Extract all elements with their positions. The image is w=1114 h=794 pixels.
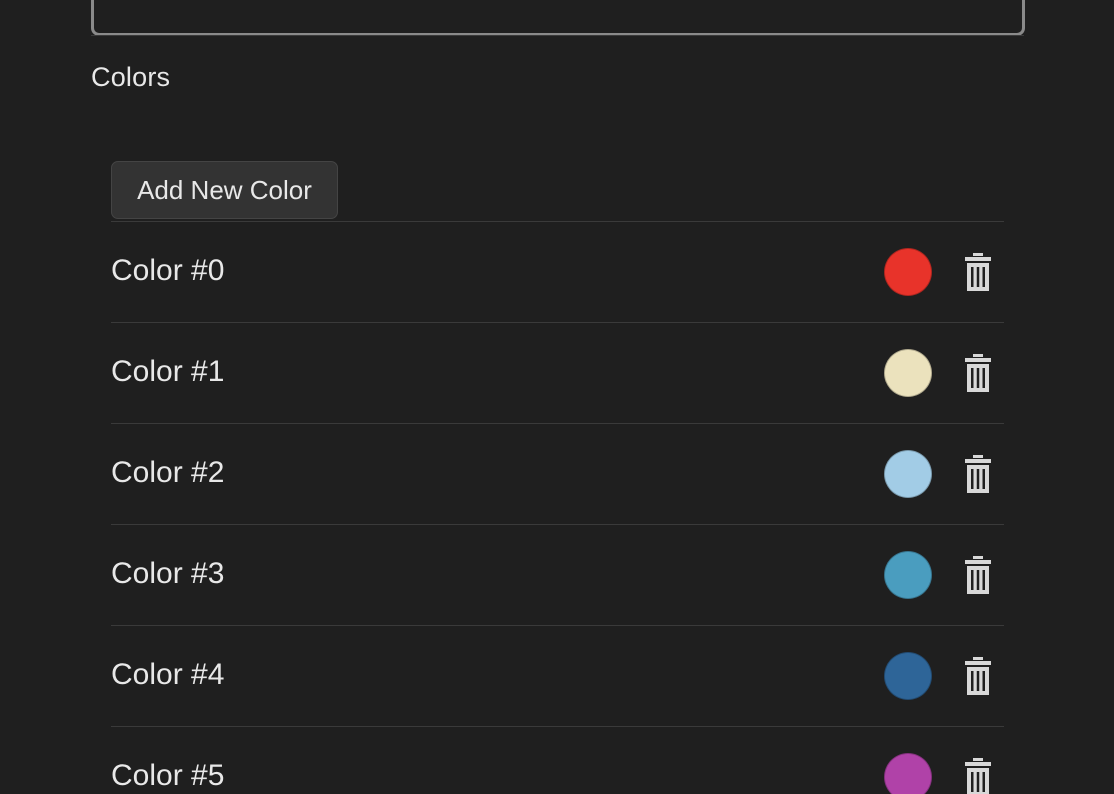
trash-icon[interactable] — [964, 556, 992, 594]
color-swatch[interactable] — [884, 248, 932, 296]
color-row: Color #4 — [111, 625, 1004, 726]
color-swatch[interactable] — [884, 652, 932, 700]
color-label: Color #1 — [111, 355, 225, 388]
color-row: Color #0 — [111, 221, 1004, 322]
color-list: Color #0 Color #1 Color #2 Color #3 Colo… — [111, 221, 1004, 794]
trash-icon[interactable] — [964, 354, 992, 392]
color-row: Color #5 — [111, 726, 1004, 794]
color-row: Color #1 — [111, 322, 1004, 423]
color-row: Color #2 — [111, 423, 1004, 524]
trash-icon[interactable] — [964, 657, 992, 695]
colors-settings-page: Colors Add New Color Color #0 Color #1 C… — [0, 0, 1114, 794]
color-swatch[interactable] — [884, 349, 932, 397]
trash-icon[interactable] — [964, 253, 992, 291]
add-new-color-button[interactable]: Add New Color — [111, 161, 338, 219]
color-swatch[interactable] — [884, 551, 932, 599]
section-title: Colors — [91, 62, 171, 92]
trash-icon[interactable] — [964, 758, 992, 794]
divider — [91, 35, 1024, 36]
trash-icon[interactable] — [964, 455, 992, 493]
color-label: Color #5 — [111, 759, 225, 792]
color-swatch[interactable] — [884, 450, 932, 498]
color-swatch[interactable] — [884, 753, 932, 794]
text-area-field[interactable] — [91, 0, 1025, 36]
color-label: Color #4 — [111, 658, 225, 691]
color-label: Color #0 — [111, 254, 225, 287]
color-label: Color #3 — [111, 557, 225, 590]
color-label: Color #2 — [111, 456, 225, 489]
color-row: Color #3 — [111, 524, 1004, 625]
